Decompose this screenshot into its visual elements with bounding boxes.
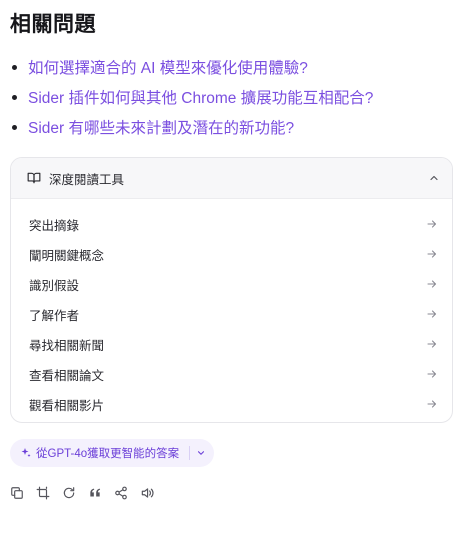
related-question-link[interactable]: Sider 插件如何與其他 Chrome 擴展功能互相配合?	[10, 82, 450, 112]
crop-icon[interactable]	[36, 486, 50, 500]
sparkle-icon	[20, 447, 32, 459]
upgrade-model-pill: 從GPT-4o獲取更智能的答案	[10, 439, 215, 467]
upgrade-model-button[interactable]: 從GPT-4o獲取更智能的答案	[36, 445, 179, 461]
message-actions	[10, 486, 166, 500]
related-question-text: Sider 有哪些未來計劃及潛在的新功能?	[28, 120, 295, 137]
reading-tool-label: 闡明關鍵概念	[29, 248, 105, 263]
arrow-right-icon	[426, 338, 438, 350]
reading-tools-title: 深度閱讀工具	[49, 172, 125, 187]
reading-tool-item[interactable]: 突出摘錄	[11, 209, 452, 239]
reading-tool-item[interactable]: 闡明關鍵概念	[11, 239, 452, 269]
share-icon[interactable]	[114, 486, 128, 500]
arrow-right-icon	[426, 308, 438, 320]
related-questions-list: 如何選擇適合的 AI 模型來優化使用體驗? Sider 插件如何與其他 Chro…	[10, 52, 450, 142]
arrow-right-icon	[426, 278, 438, 290]
reading-tool-item[interactable]: 查看相關論文	[11, 359, 452, 389]
reading-tool-item[interactable]: 尋找相關新聞	[11, 329, 452, 359]
bullet	[12, 65, 17, 70]
reading-tools-list: 突出摘錄 闡明關鍵概念 識別假設 了解作者 尋找相關新聞 查看相關論文 觀看相關…	[11, 199, 452, 419]
related-question-link[interactable]: 如何選擇適合的 AI 模型來優化使用體驗?	[10, 52, 450, 82]
reading-tool-item[interactable]: 觀看相關影片	[11, 389, 452, 419]
speaker-icon[interactable]	[140, 486, 154, 500]
reading-tool-label: 尋找相關新聞	[29, 338, 105, 353]
arrow-right-icon	[426, 248, 438, 260]
reading-tool-label: 識別假設	[29, 278, 80, 293]
related-question-text: 如何選擇適合的 AI 模型來優化使用體驗?	[28, 60, 308, 77]
reading-tool-label: 突出摘錄	[29, 218, 80, 233]
related-question-link[interactable]: Sider 有哪些未來計劃及潛在的新功能?	[10, 112, 450, 142]
quote-icon[interactable]	[88, 486, 102, 500]
reading-tool-item[interactable]: 了解作者	[11, 299, 452, 329]
reading-tool-item[interactable]: 識別假設	[11, 269, 452, 299]
page-title: 相關問題	[10, 13, 96, 36]
chevron-down-icon[interactable]	[196, 448, 206, 458]
book-open-icon	[27, 171, 41, 185]
arrow-right-icon	[426, 398, 438, 410]
reading-tool-label: 觀看相關影片	[29, 398, 105, 413]
refresh-icon[interactable]	[62, 486, 76, 500]
copy-icon[interactable]	[10, 486, 24, 500]
arrow-right-icon	[426, 368, 438, 380]
reading-tools-panel: 深度閱讀工具 突出摘錄 闡明關鍵概念 識別假設 了解作者 尋找相關新聞 查看相關…	[10, 157, 453, 423]
divider	[189, 446, 191, 460]
related-question-text: Sider 插件如何與其他 Chrome 擴展功能互相配合?	[28, 90, 374, 107]
bullet	[12, 125, 17, 130]
reading-tool-label: 了解作者	[29, 308, 80, 323]
chevron-up-icon[interactable]	[428, 172, 440, 184]
reading-tool-label: 查看相關論文	[29, 368, 105, 383]
arrow-right-icon	[426, 218, 438, 230]
bullet	[12, 95, 17, 100]
reading-tools-header[interactable]: 深度閱讀工具	[11, 158, 452, 199]
